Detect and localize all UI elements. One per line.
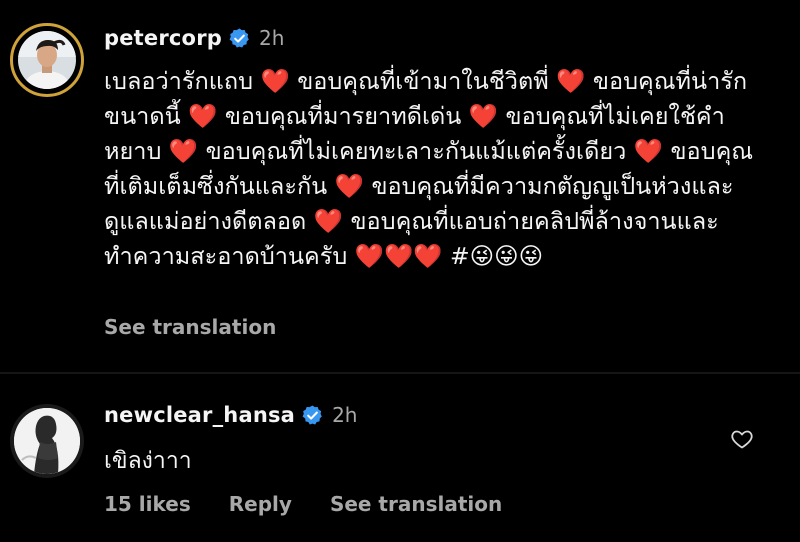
avatar[interactable] <box>18 31 76 89</box>
avatar-photo-icon <box>14 408 80 474</box>
comment-header: petercorp 2h <box>104 26 284 50</box>
reply-button[interactable]: Reply <box>229 492 292 516</box>
comment-actions: 15 likes Reply See translation <box>104 492 502 516</box>
verified-badge-icon <box>228 27 251 50</box>
comment-time: 2h <box>258 26 285 50</box>
avatar-ring[interactable] <box>10 404 84 478</box>
comment-header: newclear_hansa 2h <box>104 403 357 427</box>
verified-badge-icon <box>301 404 324 427</box>
username[interactable]: petercorp <box>104 26 222 50</box>
comment-divider <box>0 372 800 374</box>
see-translation-button[interactable]: See translation <box>330 492 502 516</box>
username[interactable]: newclear_hansa <box>104 403 295 427</box>
avatar[interactable] <box>14 408 80 474</box>
see-translation-button[interactable]: See translation <box>104 315 276 339</box>
comment-newclear-hansa: newclear_hansa 2h เขิลง่าาา 15 likes Rep… <box>0 376 800 542</box>
comment-text: เบลอว่ารักแถบ ❤️ ขอบคุณที่เข้ามาในชีวิตพ… <box>104 67 754 270</box>
avatar-story-ring[interactable] <box>10 23 84 97</box>
avatar-photo-icon <box>18 31 76 89</box>
likes-count[interactable]: 15 likes <box>104 492 191 516</box>
comment-text: เขิลง่าาา <box>104 448 192 474</box>
comment-petercorp: petercorp 2h เบลอว่ารักแถบ ❤️ ขอบคุณที่เ… <box>0 0 800 372</box>
heart-outline-icon[interactable] <box>730 427 754 451</box>
comment-time: 2h <box>332 403 358 427</box>
